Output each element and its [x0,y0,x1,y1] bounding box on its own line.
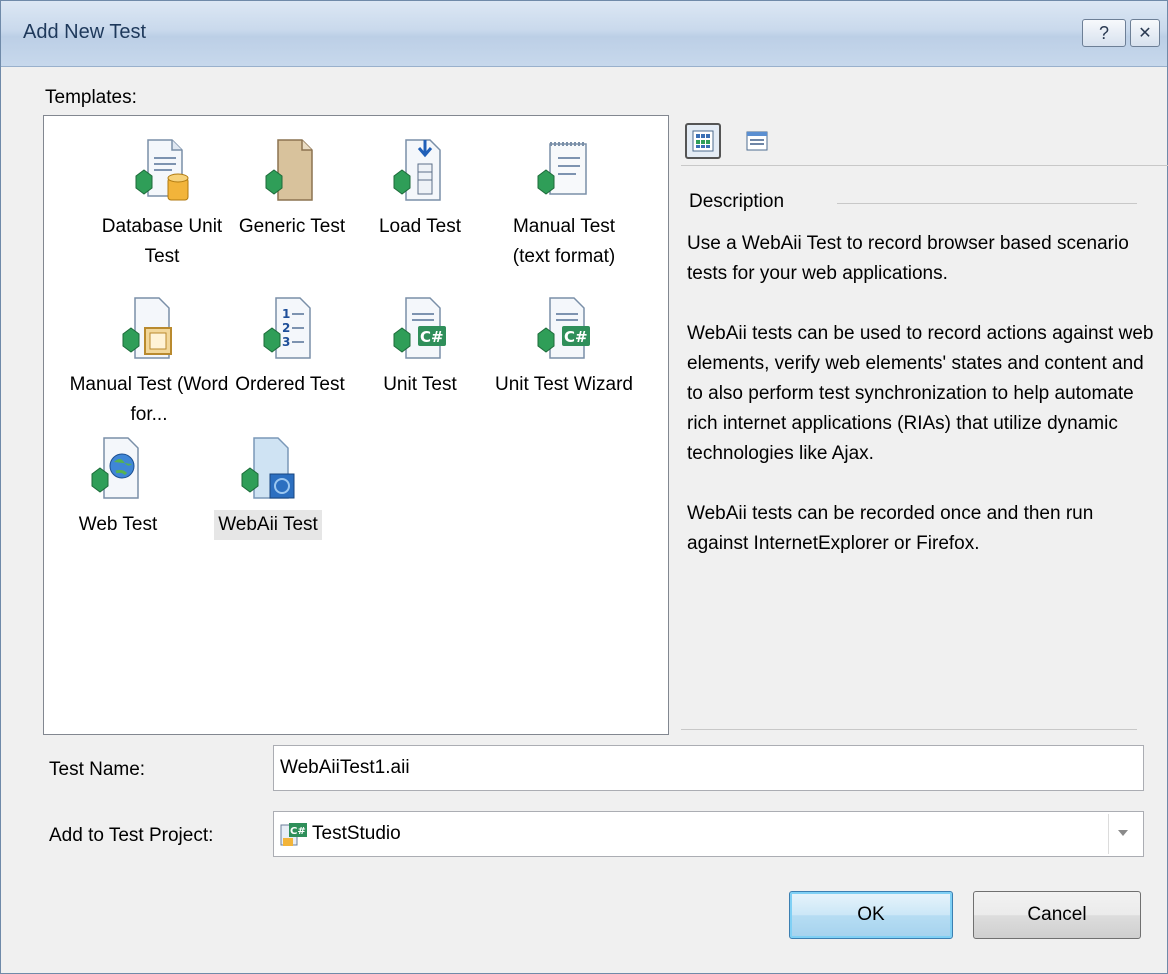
template-manual-test-text[interactable]: Manual Test (text format) [490,128,638,278]
add-new-test-dialog: Add New Test ? ✕ Templates: Database Uni… [0,0,1168,974]
test-project-value: TestStudio [312,823,401,844]
generic-test-icon [265,139,313,201]
manual-test-word-icon [122,297,172,359]
description-paragraph: Use a WebAii Test to record browser base… [687,233,1129,284]
close-icon: ✕ [1138,25,1152,42]
test-project-combobox[interactable]: C# TestStudio [273,811,1144,857]
description-heading-rule [837,203,1137,204]
template-label: Database Unit Test [101,216,223,267]
svg-text:C#: C# [420,328,444,346]
description-bottom-rule [681,729,1137,730]
large-icons-icon [692,130,714,152]
template-label: Unit Test Wizard [495,374,633,395]
details-view-button[interactable] [739,123,775,159]
description-paragraph: WebAii tests can be recorded once and th… [687,503,1094,554]
close-button[interactable]: ✕ [1130,19,1160,47]
template-manual-test-word[interactable]: Manual Test (Word for... [64,286,234,436]
template-load-test[interactable]: Load Test [346,128,494,278]
template-label: Generic Test [238,216,346,237]
dialog-title: Add New Test [23,21,147,43]
template-generic-test[interactable]: Generic Test [218,128,366,278]
webaii-test-icon [241,437,295,499]
unit-test-icon: C# [393,297,446,359]
description-paragraph: WebAii tests can be used to record actio… [687,323,1154,464]
template-web-test[interactable]: Web Test [44,426,192,576]
add-to-project-label: Add to Test Project: [49,825,214,846]
svg-text:C#: C# [290,826,306,837]
chevron-down-icon[interactable] [1116,828,1130,838]
template-label: Unit Test [383,374,457,395]
template-database-unit-test[interactable]: Database Unit Test [88,128,236,278]
ok-button[interactable]: OK [789,891,953,939]
template-webaii-test[interactable]: WebAii Test [194,426,342,576]
description-text: Use a WebAii Test to record browser base… [687,229,1157,589]
cancel-button[interactable]: Cancel [973,891,1141,939]
template-unit-test-wizard[interactable]: C# Unit Test Wizard [490,286,638,436]
svg-text:1: 1 [282,307,290,321]
template-unit-test[interactable]: C# Unit Test [346,286,494,436]
large-icons-view-button[interactable] [685,123,721,159]
templates-list[interactable]: Database Unit Test Generic Test Load Tes… [43,115,669,735]
svg-text:C#: C# [564,328,588,346]
template-label: WebAii Test [214,510,322,540]
test-name-input[interactable] [273,745,1144,791]
unit-test-wizard-icon: C# [537,297,590,359]
template-label: Manual Test (Word for... [69,374,229,425]
template-label: Ordered Test [235,374,345,395]
details-view-icon [746,131,768,151]
help-button[interactable]: ? [1082,19,1126,47]
ordered-test-icon: 1 2 3 [263,297,311,359]
csharp-project-icon: C# [280,823,307,846]
load-test-icon [393,139,441,201]
description-heading: Description [689,191,785,212]
manual-test-text-icon [537,142,587,195]
web-test-icon [91,437,139,499]
templates-label: Templates: [45,87,137,108]
toolbar-separator [681,165,1168,166]
template-label: Manual Test (text format) [512,216,616,267]
help-icon: ? [1098,22,1109,43]
test-name-label: Test Name: [49,759,146,780]
template-label: Load Test [378,216,462,237]
database-unit-test-icon [135,139,189,201]
template-label: Web Test [78,514,158,535]
title-bar[interactable]: Add New Test ? ✕ [1,1,1167,67]
svg-text:3: 3 [282,335,290,349]
svg-text:2: 2 [282,321,290,335]
combo-separator [1108,814,1109,854]
